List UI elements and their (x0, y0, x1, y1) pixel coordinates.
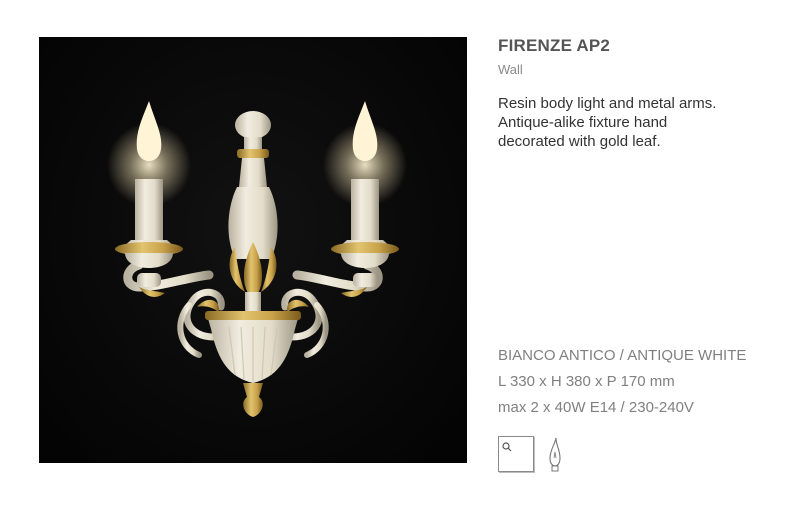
description-line: Resin body light and metal arms. (498, 95, 717, 112)
product-description: Resin body light and metal arms. Antique… (498, 94, 788, 151)
finish-label: BIANCO ANTICO / ANTIQUE WHITE (498, 347, 747, 364)
wall-sconce-illustration (107, 101, 407, 417)
product-category: Wall (498, 62, 523, 77)
dimensions-label: L 330 x H 380 x P 170 mm (498, 373, 675, 390)
product-photo (39, 37, 467, 463)
lamp-spec-label: max 2 x 40W E14 / 230-240V (498, 399, 694, 416)
description-line: Antique-alike fixture hand (498, 114, 668, 131)
wall-mount-icon (498, 436, 534, 472)
description-line: decorated with gold leaf. (498, 133, 661, 150)
candle-bulb-icon (544, 436, 566, 479)
product-specs: BIANCO ANTICO / ANTIQUE WHITE L 330 x H … (498, 343, 746, 421)
product-title: FIRENZE AP2 (498, 36, 611, 55)
